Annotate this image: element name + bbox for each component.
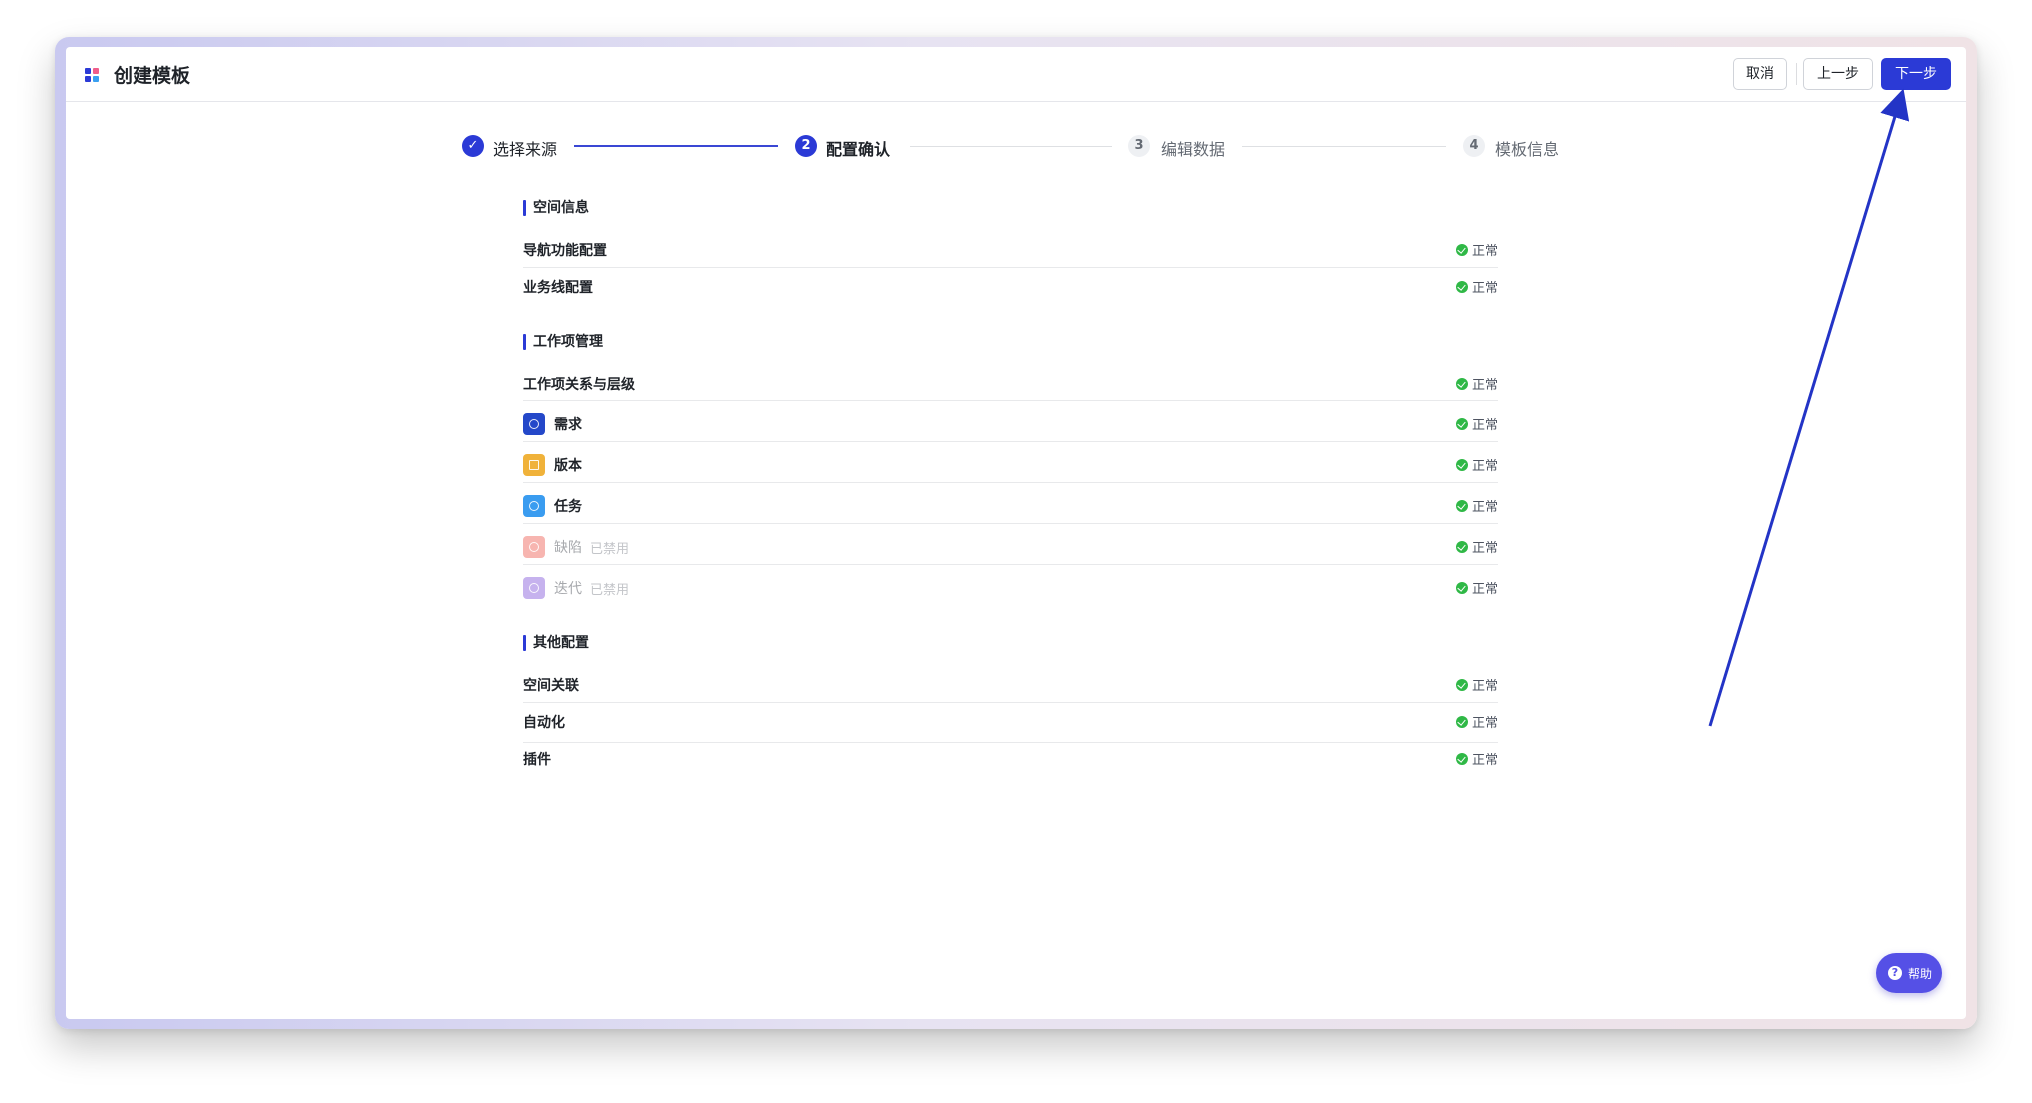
dialog-title: 创建模板 (114, 65, 191, 87)
step-4-number: 4 (1463, 135, 1485, 157)
row-label: 业务线配置 (523, 280, 593, 296)
status-normal: 正常 (1455, 675, 1498, 694)
status-normal: 正常 (1455, 374, 1498, 393)
work-item-name: 版本 (554, 458, 582, 474)
status-normal: 正常 (1455, 414, 1498, 433)
status-normal: 正常 (1455, 578, 1498, 597)
check-circle-icon (1455, 679, 1468, 691)
previous-step-button[interactable]: 上一步 (1803, 58, 1873, 90)
check-circle-icon (1455, 459, 1468, 471)
create-template-dialog: 创建模板 取消 上一步 下一步 ✓ 选择来源 2 配置确认 3 编辑数据 4 模… (66, 47, 1966, 1019)
status-normal: 正常 (1455, 749, 1498, 768)
disabled-tag: 已禁用 (590, 583, 630, 598)
check-circle-icon (1455, 418, 1468, 430)
step-2-number: 2 (795, 135, 817, 157)
check-circle-icon (1455, 500, 1468, 512)
header-divider (1796, 63, 1797, 85)
status-normal: 正常 (1455, 712, 1498, 731)
next-step-button[interactable]: 下一步 (1881, 58, 1951, 90)
check-circle-icon (1455, 244, 1468, 256)
question-icon: ? (1888, 966, 1902, 980)
defect-icon (523, 536, 545, 558)
help-button[interactable]: ? 帮助 (1876, 953, 1942, 993)
status-normal: 正常 (1455, 455, 1498, 474)
config-row: 自动化 正常 (523, 703, 1498, 743)
config-row: 导航功能配置 正常 (523, 228, 1498, 268)
step-1-label: 选择来源 (493, 140, 558, 159)
row-label: 自动化 (523, 715, 565, 731)
section-title-other: 其他配置 (523, 634, 589, 652)
step-2-label: 配置确认 (826, 140, 891, 159)
version-icon (523, 454, 545, 476)
check-circle-icon (1455, 582, 1468, 594)
step-3-label: 编辑数据 (1161, 140, 1226, 159)
work-item-row-defect: 缺陷 已禁用 正常 (523, 525, 1498, 565)
config-row: 插件 正常 (523, 740, 1498, 780)
work-item-name: 需求 (554, 417, 582, 433)
work-item-row-requirement: 需求 正常 (523, 402, 1498, 442)
template-app-icon (85, 68, 99, 82)
config-row: 空间关联 正常 (523, 663, 1498, 703)
section-title-work-items: 工作项管理 (523, 333, 603, 351)
task-icon (523, 495, 545, 517)
check-circle-icon (1455, 541, 1468, 553)
cancel-button[interactable]: 取消 (1733, 58, 1787, 90)
status-normal: 正常 (1455, 240, 1498, 259)
check-circle-icon (1455, 378, 1468, 390)
iteration-icon (523, 577, 545, 599)
status-normal: 正常 (1455, 277, 1498, 296)
step-connector-2 (910, 146, 1112, 147)
work-item-name: 任务 (554, 499, 582, 515)
check-circle-icon (1455, 753, 1468, 765)
work-item-row-iteration: 迭代 已禁用 正常 (523, 566, 1498, 606)
row-label: 空间关联 (523, 678, 579, 694)
status-normal: 正常 (1455, 537, 1498, 556)
row-label: 插件 (523, 752, 551, 768)
section-title-space-info: 空间信息 (523, 199, 589, 217)
config-row: 业务线配置 正常 (523, 268, 1498, 308)
row-label: 工作项关系与层级 (523, 377, 635, 393)
help-label: 帮助 (1908, 967, 1933, 981)
step-indicator: ✓ 选择来源 2 配置确认 3 编辑数据 4 模板信息 (66, 133, 1966, 173)
work-item-row-version: 版本 正常 (523, 443, 1498, 483)
config-row: 工作项关系与层级 正常 (523, 361, 1498, 401)
check-circle-icon (1455, 281, 1468, 293)
step-connector-1 (574, 145, 778, 147)
check-circle-icon (1455, 716, 1468, 728)
dialog-header: 创建模板 取消 上一步 下一步 (66, 47, 1966, 102)
disabled-tag: 已禁用 (590, 542, 630, 557)
step-4-label: 模板信息 (1495, 140, 1560, 159)
work-item-row-task: 任务 正常 (523, 484, 1498, 524)
requirement-icon (523, 413, 545, 435)
work-item-name: 迭代 (554, 581, 582, 597)
step-connector-3 (1242, 146, 1446, 147)
row-label: 导航功能配置 (523, 243, 607, 259)
step-1-check-icon: ✓ (462, 135, 484, 157)
status-normal: 正常 (1455, 496, 1498, 515)
step-3-number: 3 (1128, 135, 1150, 157)
work-item-name: 缺陷 (554, 540, 582, 556)
